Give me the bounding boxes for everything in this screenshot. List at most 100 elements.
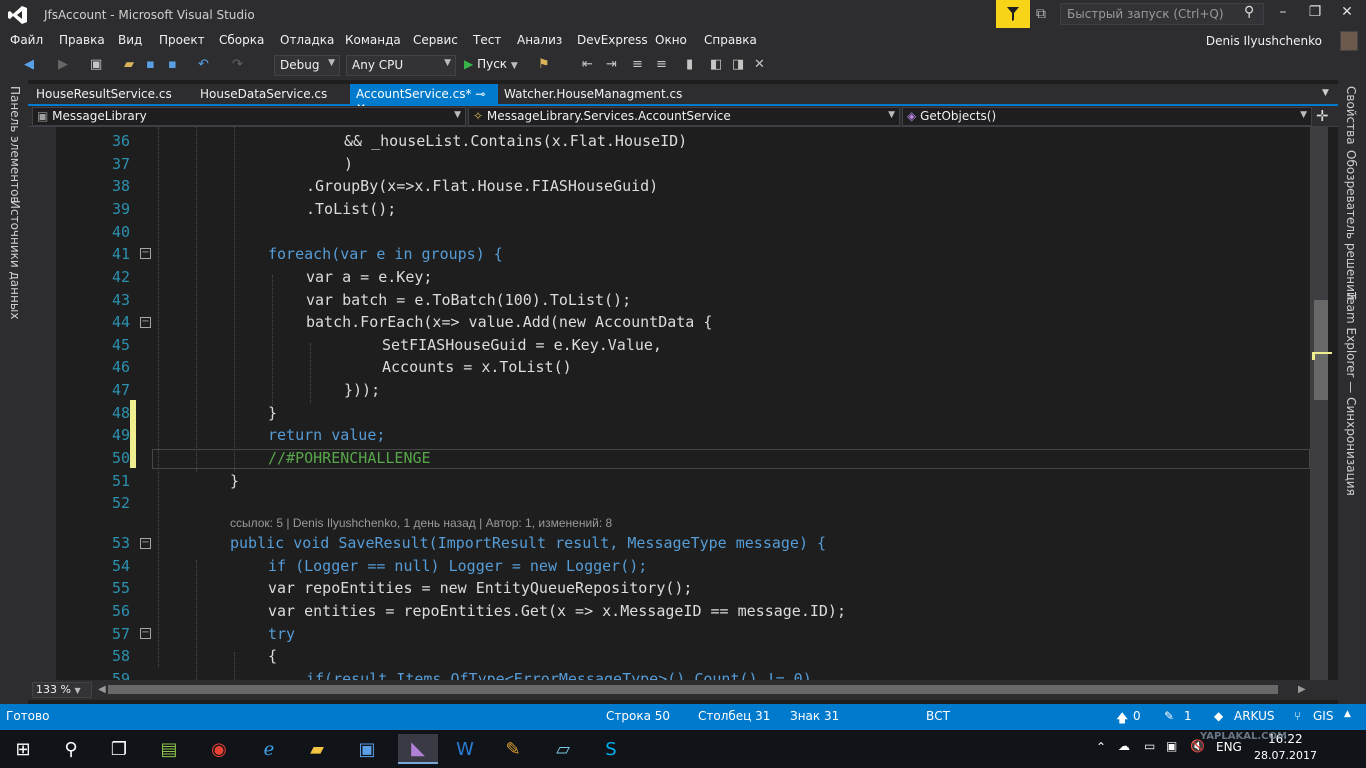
notes-app-icon[interactable]: ▤ bbox=[154, 734, 184, 764]
uncomment-icon[interactable]: ≡ bbox=[656, 57, 667, 72]
menu-analyze[interactable]: Анализ bbox=[517, 33, 562, 47]
search-icon[interactable]: ⚲ bbox=[56, 734, 86, 764]
menu-project[interactable]: Проект bbox=[159, 33, 205, 47]
unpublished-commits[interactable]: 0 bbox=[1133, 709, 1141, 723]
clear-bookmarks-icon[interactable]: ✕ bbox=[754, 57, 765, 72]
task-view-icon[interactable]: ❐ bbox=[104, 734, 134, 764]
branch-name[interactable]: GIS bbox=[1313, 709, 1333, 723]
line-number: 39 bbox=[111, 200, 130, 218]
internet-explorer-icon[interactable]: ℯ bbox=[254, 734, 284, 764]
step-over-icon[interactable]: ⇥ bbox=[606, 57, 617, 72]
minimize-button[interactable]: – bbox=[1272, 4, 1294, 24]
pending-changes[interactable]: 1 bbox=[1184, 709, 1192, 723]
tray-overflow-icon[interactable]: ⌃ bbox=[1096, 740, 1106, 754]
redo-icon[interactable]: ↷ bbox=[232, 57, 243, 72]
new-project-icon[interactable]: ▣ bbox=[90, 57, 102, 72]
feedback-icon[interactable]: ⧉ bbox=[1036, 6, 1046, 22]
menu-devexpress[interactable]: DevExpress bbox=[577, 33, 648, 47]
project-select[interactable]: ▣ MessageLibrary ▼ bbox=[32, 107, 466, 126]
chevron-down-icon: ▼ bbox=[510, 61, 518, 71]
comment-icon[interactable]: ≡ bbox=[632, 57, 643, 72]
network-icon[interactable]: ▭ bbox=[1144, 739, 1155, 753]
save-icon[interactable]: ▪ bbox=[146, 57, 155, 72]
scroll-right-icon[interactable]: ▶ bbox=[1298, 684, 1306, 695]
menu-test[interactable]: Тест bbox=[473, 33, 501, 47]
notepad-icon[interactable]: ▱ bbox=[548, 734, 578, 764]
windows-start-icon[interactable]: ⊞ bbox=[8, 734, 38, 764]
paint-icon[interactable]: ✎ bbox=[498, 734, 528, 764]
class-select[interactable]: ✧ MessageLibrary.Services.AccountService… bbox=[468, 107, 900, 126]
bookmark-icon[interactable]: ▮ bbox=[686, 57, 693, 72]
codelens-info[interactable]: ссылок: 5 | Denis Ilyushchenko, 1 день н… bbox=[230, 516, 612, 530]
member-select[interactable]: ◈ GetObjects() ▼ bbox=[902, 107, 1312, 126]
toolbox-tab[interactable]: Панель элементов bbox=[8, 86, 22, 204]
menu-file[interactable]: Файл bbox=[10, 33, 43, 47]
scroll-left-icon[interactable]: ◀ bbox=[98, 684, 106, 695]
language-indicator[interactable]: ENG bbox=[1216, 740, 1242, 754]
maximize-button[interactable]: ❐ bbox=[1304, 4, 1326, 24]
fold-toggle[interactable]: − bbox=[140, 628, 151, 639]
arrow-up-icon[interactable]: 🡅 bbox=[1116, 709, 1128, 730]
line-number: 49 bbox=[111, 426, 130, 444]
close-button[interactable]: ✕ bbox=[1336, 4, 1358, 24]
zoom-select[interactable]: 133 % ▼ bbox=[32, 682, 92, 698]
file-explorer-icon[interactable]: ▰ bbox=[302, 734, 332, 764]
start-button[interactable]: ▶ Пуск ▼ bbox=[464, 57, 518, 71]
menu-edit[interactable]: Правка bbox=[59, 33, 105, 47]
split-editor-icon[interactable]: ✛ bbox=[1316, 107, 1329, 125]
properties-tab[interactable]: Свойства bbox=[1344, 86, 1358, 145]
notification-flag-icon[interactable] bbox=[996, 0, 1030, 28]
tab-house-data-service[interactable]: HouseDataService.cs bbox=[194, 84, 333, 104]
display-icon[interactable]: ▣ bbox=[1166, 739, 1177, 753]
prev-bookmark-icon[interactable]: ◧ bbox=[710, 57, 722, 72]
next-bookmark-icon[interactable]: ◨ bbox=[732, 57, 744, 72]
attach-icon[interactable]: ⚑ bbox=[538, 57, 550, 72]
search-icon[interactable]: ⚲ bbox=[1244, 4, 1254, 20]
tab-overflow-dropdown-icon[interactable]: ▼ bbox=[1322, 88, 1329, 98]
word-icon[interactable]: W bbox=[450, 734, 480, 764]
data-sources-tab[interactable]: Источники данных bbox=[8, 200, 22, 319]
menu-team[interactable]: Команда bbox=[345, 33, 401, 47]
save-all-icon[interactable]: ▪ bbox=[168, 57, 177, 72]
configuration-select[interactable]: Debug ▼ bbox=[274, 55, 340, 76]
fold-toggle[interactable]: − bbox=[140, 317, 151, 328]
horizontal-scroll-thumb[interactable] bbox=[108, 685, 1278, 694]
tab-house-result-service[interactable]: HouseResultService.cs bbox=[30, 84, 178, 104]
menu-help[interactable]: Справка bbox=[704, 33, 757, 47]
open-folder-icon[interactable]: ▰ bbox=[124, 57, 134, 72]
navigation-bar: ▣ MessageLibrary ▼ ✧ MessageLibrary.Servi… bbox=[28, 106, 1338, 127]
fold-toggle[interactable]: − bbox=[140, 248, 151, 259]
chevron-up-icon[interactable]: ▲ bbox=[1344, 709, 1351, 719]
visual-studio-taskbar-icon[interactable]: ◣ bbox=[398, 734, 438, 764]
pin-icon[interactable]: ⊸ bbox=[475, 87, 485, 101]
team-explorer-tab[interactable]: Team Explorer — Синхронизация bbox=[1344, 292, 1358, 496]
fold-toggle[interactable]: − bbox=[140, 538, 151, 549]
code-editor[interactable]: − − − − 36 37 38 39 40 41 42 43 44 45 46… bbox=[28, 127, 1338, 680]
menu-window[interactable]: Окно bbox=[655, 33, 687, 47]
vertical-scroll-thumb[interactable] bbox=[1314, 300, 1328, 400]
quick-launch-input[interactable]: Быстрый запуск (Ctrl+Q) bbox=[1060, 3, 1264, 25]
remote-desktop-icon[interactable]: ▣ bbox=[352, 734, 382, 764]
undo-icon[interactable]: ↶ bbox=[198, 57, 209, 72]
clock-date[interactable]: 28.07.2017 bbox=[1254, 749, 1317, 762]
avatar[interactable] bbox=[1340, 31, 1358, 51]
menu-tools[interactable]: Сервис bbox=[413, 33, 458, 47]
solution-explorer-tab[interactable]: Обозреватель решений bbox=[1344, 150, 1358, 300]
menu-build[interactable]: Сборка bbox=[219, 33, 264, 47]
tab-watcher-house-managment[interactable]: Watcher.HouseManagment.cs bbox=[498, 84, 688, 104]
chrome-icon[interactable]: ◉ bbox=[204, 734, 234, 764]
repository-name[interactable]: ARKUS bbox=[1234, 709, 1275, 723]
onedrive-icon[interactable]: ☁ bbox=[1118, 739, 1130, 753]
menu-debug[interactable]: Отладка bbox=[280, 33, 334, 47]
back-icon[interactable]: ◀ bbox=[24, 57, 34, 72]
tab-account-service[interactable]: AccountService.cs* ⊸ ✕ bbox=[350, 84, 498, 115]
platform-select[interactable]: Any CPU ▼ bbox=[346, 55, 456, 76]
code-line: if (Logger == null) Logger = new Logger(… bbox=[268, 557, 648, 575]
step-icon[interactable]: ⇤ bbox=[582, 57, 593, 72]
skype-icon[interactable]: S bbox=[596, 734, 626, 764]
vertical-scrollbar[interactable] bbox=[1310, 127, 1328, 680]
menu-view[interactable]: Вид bbox=[118, 33, 142, 47]
user-name[interactable]: Denis Ilyushchenko bbox=[1206, 34, 1322, 48]
forward-icon[interactable]: ▶ bbox=[58, 57, 68, 72]
pencil-icon[interactable]: ✎ bbox=[1164, 709, 1174, 723]
